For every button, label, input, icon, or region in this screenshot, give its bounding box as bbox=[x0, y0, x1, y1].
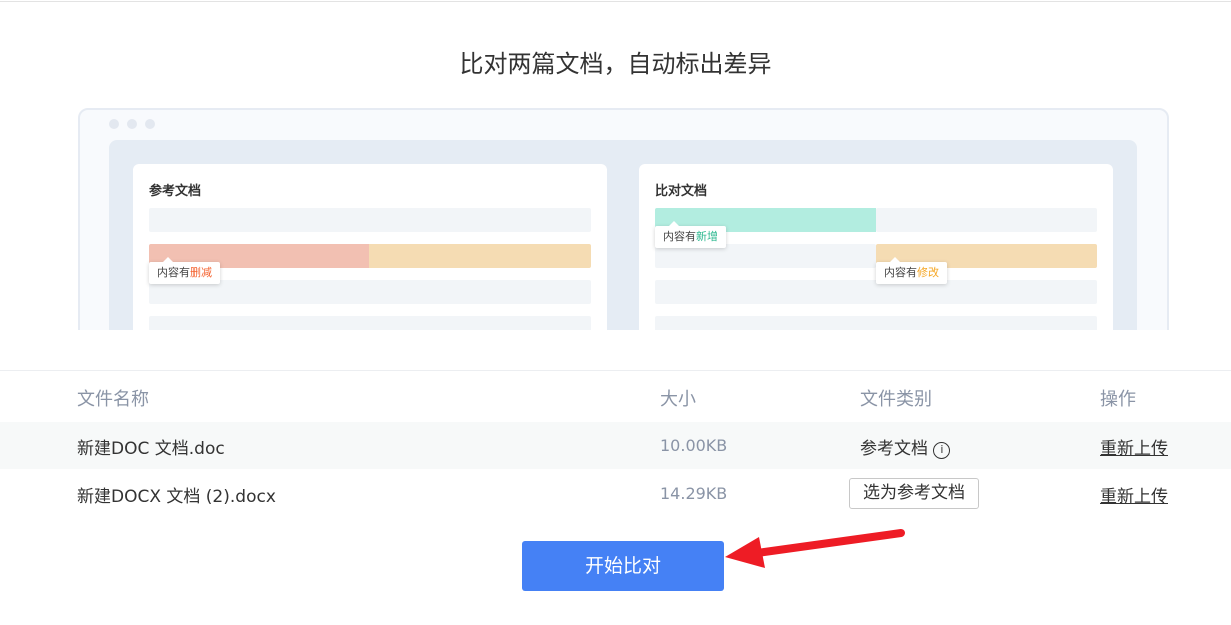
window-dot bbox=[127, 119, 137, 129]
compare-card-title: 比对文档 bbox=[655, 184, 708, 199]
set-as-reference-button[interactable]: 选为参考文档 bbox=[849, 478, 979, 509]
header-action: 操作 bbox=[1100, 389, 1136, 410]
modified-line bbox=[369, 244, 591, 268]
table-top-border bbox=[0, 370, 1231, 371]
file-category: 参考文档 i bbox=[860, 434, 951, 459]
window-dot bbox=[109, 119, 119, 129]
category-label: 参考文档 bbox=[860, 439, 928, 459]
header-filename: 文件名称 bbox=[77, 389, 149, 410]
red-arrow-annotation bbox=[725, 529, 905, 568]
start-compare-button[interactable]: 开始比对 bbox=[522, 541, 724, 591]
file-name: 新建DOC 文档.doc bbox=[77, 439, 225, 459]
tooltip-highlight: 新增 bbox=[696, 230, 718, 243]
reference-card-title: 参考文档 bbox=[149, 184, 202, 199]
tooltip-highlight: 删减 bbox=[190, 266, 212, 279]
page-title: 比对两篇文档，自动标出差异 bbox=[459, 50, 772, 78]
reupload-link[interactable]: 重新上传 bbox=[1100, 434, 1168, 459]
deleted-tooltip: 内容有删减 bbox=[149, 257, 220, 284]
tooltip-text: 内容有 bbox=[884, 266, 917, 279]
tooltip-text: 内容有 bbox=[663, 230, 696, 243]
file-size: 14.29KB bbox=[660, 484, 728, 503]
tooltip-text: 内容有 bbox=[157, 266, 190, 279]
header-category: 文件类别 bbox=[860, 389, 932, 410]
info-icon[interactable]: i bbox=[933, 442, 951, 459]
window-dot bbox=[145, 119, 155, 129]
tooltip-highlight: 修改 bbox=[917, 266, 939, 279]
text-line bbox=[876, 208, 1097, 232]
top-divider bbox=[0, 1, 1231, 2]
text-line bbox=[149, 208, 591, 232]
illustration-mask bbox=[0, 330, 1231, 370]
file-size: 10.00KB bbox=[660, 436, 728, 455]
file-name: 新建DOCX 文档 (2).docx bbox=[77, 487, 276, 507]
header-size: 大小 bbox=[660, 389, 696, 410]
added-tooltip: 内容有新增 bbox=[655, 221, 726, 248]
modified-tooltip: 内容有修改 bbox=[876, 257, 947, 284]
reupload-link[interactable]: 重新上传 bbox=[1100, 482, 1168, 507]
